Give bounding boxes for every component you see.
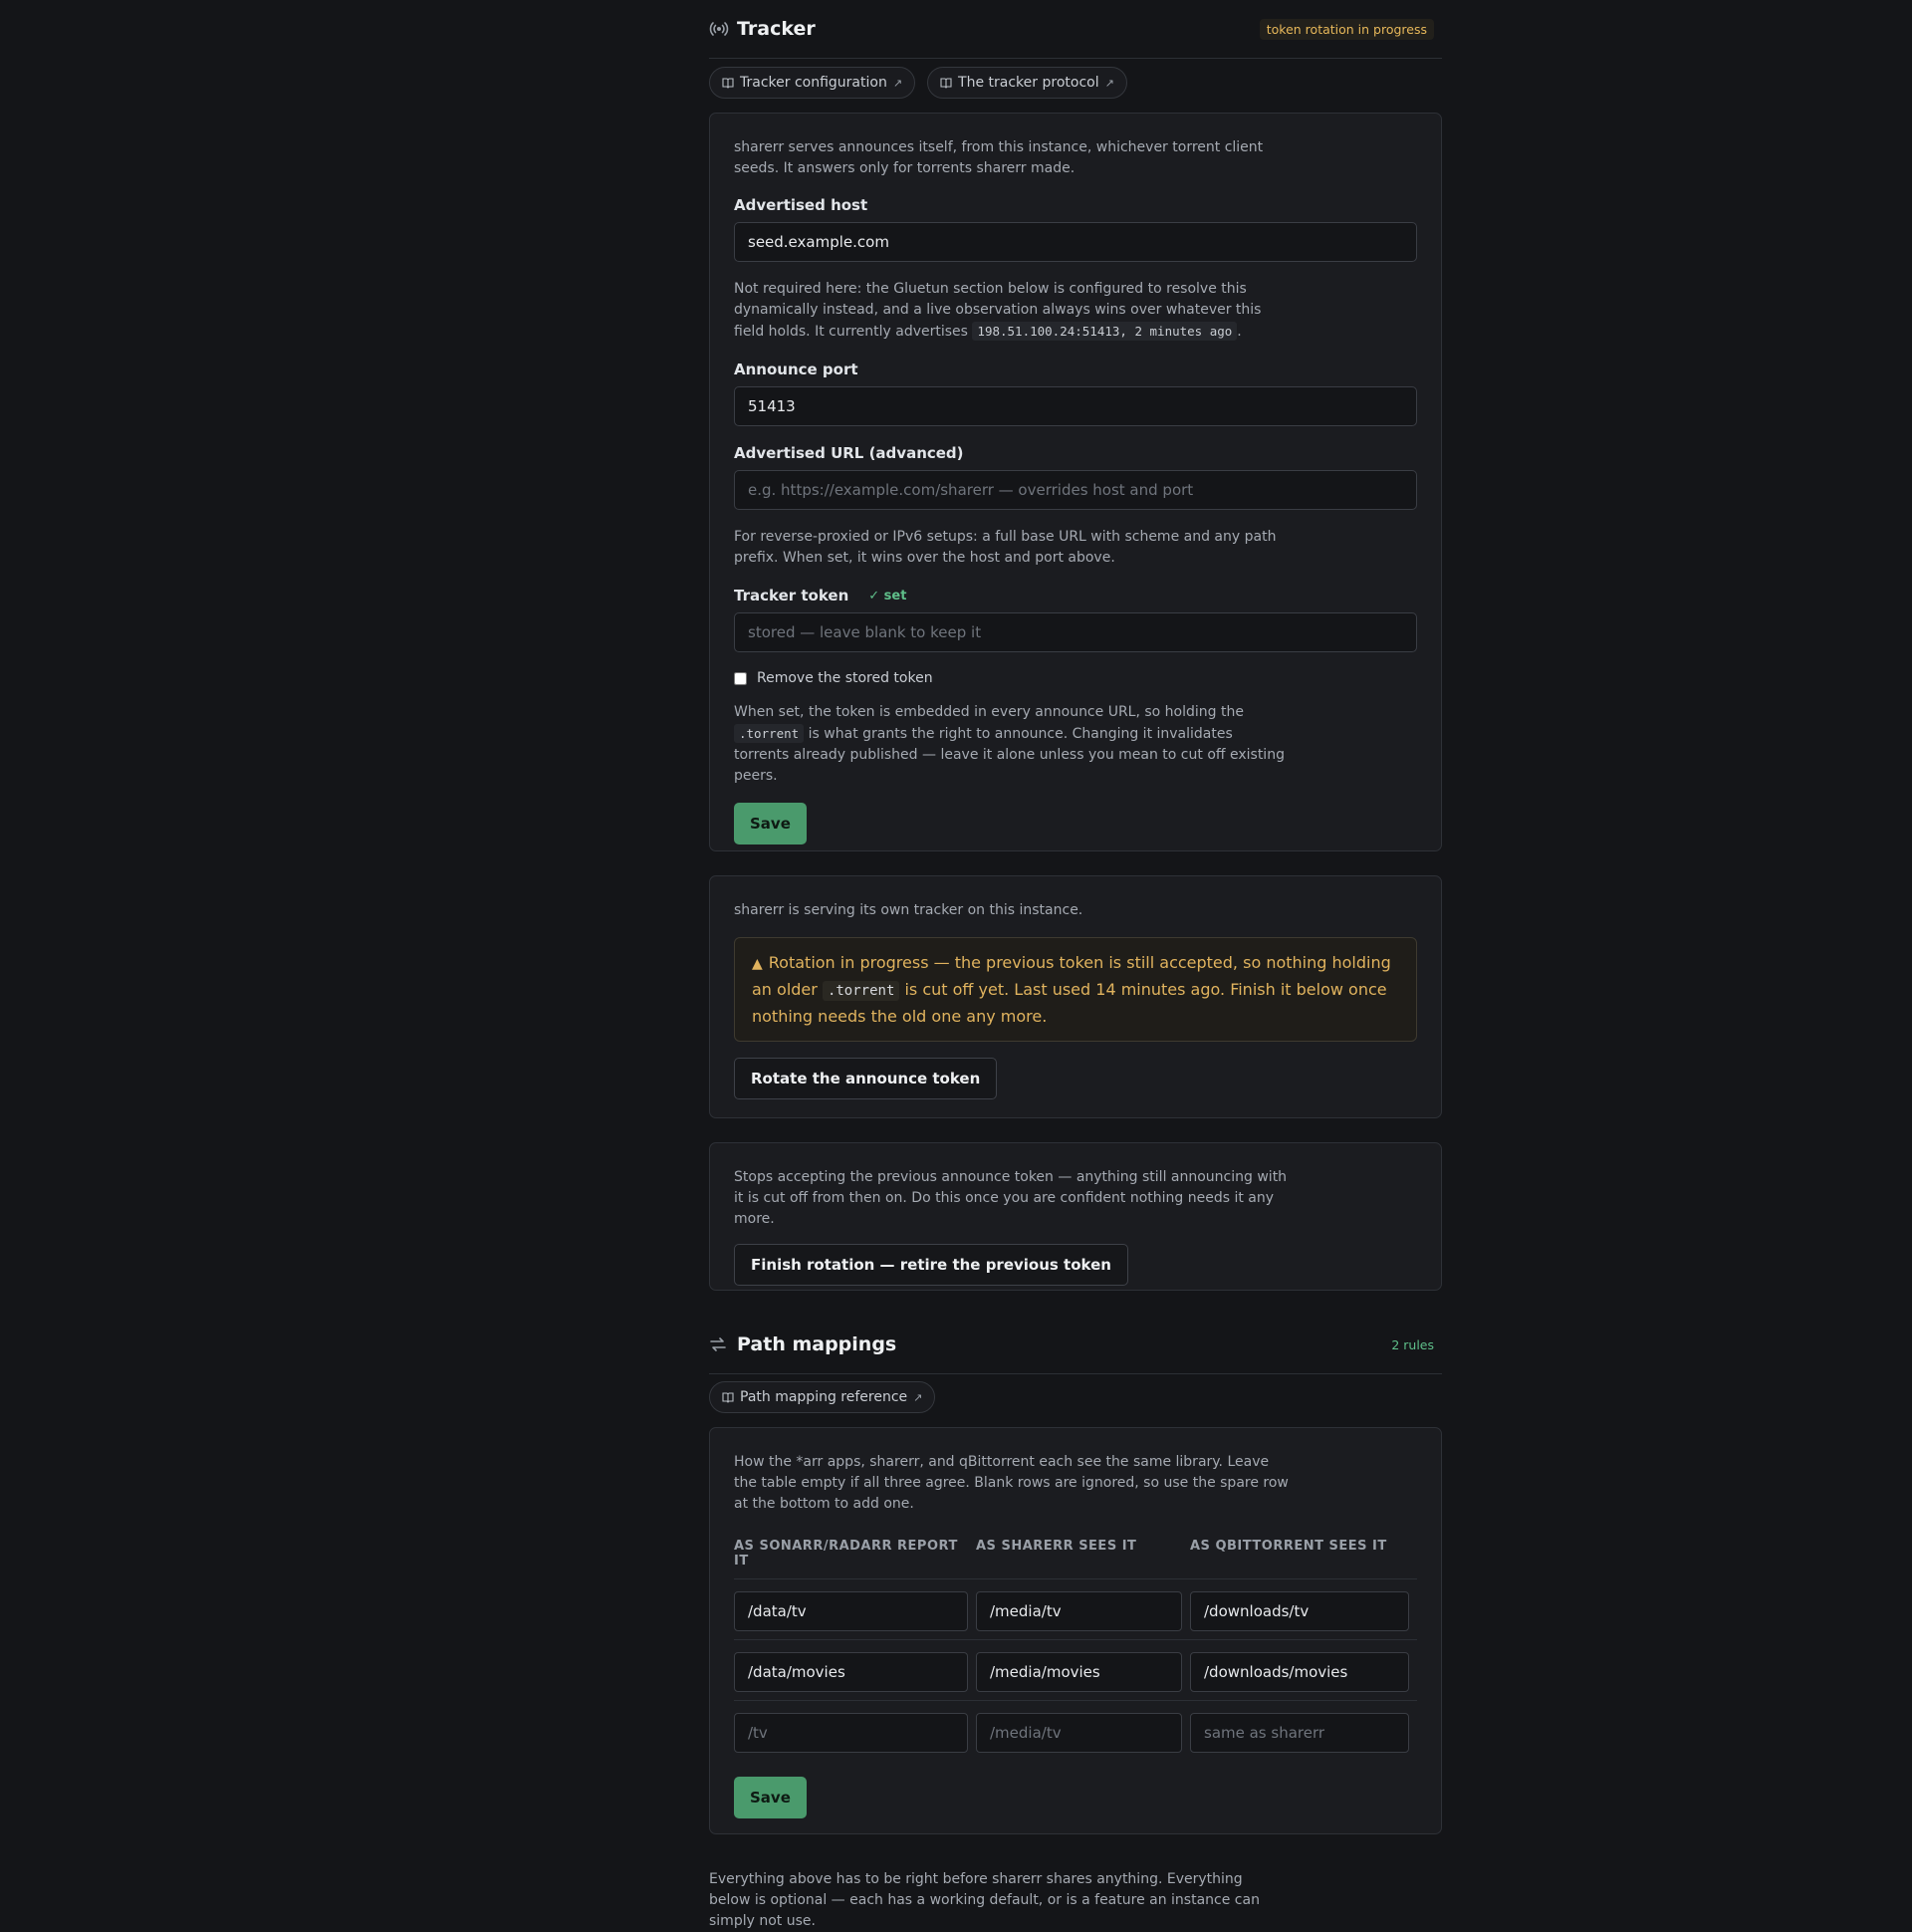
- advertised-address-code: 198.51.100.24:51413, 2 minutes ago: [972, 322, 1238, 341]
- advertised-host-help: Not required here: the Gluetun section b…: [734, 279, 1292, 343]
- qbittorrent-path-input[interactable]: [1190, 1591, 1409, 1631]
- table-row: [734, 1578, 1417, 1639]
- column-header: AS SHARERR SEES IT: [976, 1539, 1137, 1554]
- rotate-token-button[interactable]: Rotate the announce token: [734, 1058, 998, 1099]
- rotation-status-badge: token rotation in progress: [1259, 18, 1434, 40]
- torrent-code: .torrent: [822, 981, 900, 1001]
- advertised-url-label: Advertised URL (advanced): [734, 444, 964, 462]
- advertised-host-input[interactable]: [734, 222, 1417, 262]
- tracker-token-help: When set, the token is embedded in every…: [734, 702, 1292, 787]
- path-mappings-save-button[interactable]: Save: [734, 1777, 807, 1818]
- token-rotation-card: sharerr is serving its own tracker on th…: [709, 875, 1442, 1118]
- column-header: AS SONARR/RADARR REPORT IT: [734, 1539, 958, 1569]
- rotation-warning: ▲ Rotation in progress — the previous tok…: [734, 937, 1417, 1042]
- section-divider-note: Everything above has to be right before …: [709, 1871, 1260, 1929]
- advertised-url-help: For reverse-proxied or IPv6 setups: a fu…: [734, 529, 1277, 566]
- help-text: When set, the token is embedded in every…: [734, 704, 1244, 720]
- arr-path-input[interactable]: [734, 1652, 968, 1692]
- finish-rotation-card: Stops accepting the previous announce to…: [709, 1142, 1442, 1291]
- tracker-section-header: Tracker token rotation in progress: [709, 0, 1442, 59]
- external-link-icon: ↗: [1104, 76, 1114, 90]
- swap-arrows-icon: [709, 1333, 731, 1355]
- sharerr-path-input[interactable]: [976, 1591, 1182, 1631]
- broadcast-icon: [709, 18, 731, 40]
- external-link-icon: ↗: [913, 1390, 923, 1404]
- tracker-intro-text: sharerr serves announces itself, from th…: [734, 139, 1264, 176]
- warning-icon: ▲: [752, 956, 763, 972]
- column-header: AS QBITTORRENT SEES IT: [1190, 1539, 1387, 1554]
- path-doc-links: Path mapping reference ↗: [709, 1373, 936, 1417]
- remove-token-checkbox[interactable]: [734, 671, 747, 685]
- token-set-badge: ✓ set: [868, 588, 907, 604]
- settings-column: Tracker token rotation in progress Track…: [709, 0, 1442, 1929]
- path-mappings-card: How the *arr apps, sharerr, and qBittorr…: [709, 1427, 1442, 1834]
- path-mappings-intro: How the *arr apps, sharerr, and qBittorr…: [734, 1454, 1289, 1512]
- advertised-host-label: Advertised host: [734, 196, 868, 214]
- tracker-save-button[interactable]: Save: [734, 803, 807, 845]
- book-icon: [722, 1392, 734, 1403]
- tracker-token-label: Tracker token: [734, 587, 849, 604]
- arr-path-input[interactable]: [734, 1713, 968, 1753]
- arr-path-input[interactable]: [734, 1591, 968, 1631]
- chip-label: The tracker protocol: [958, 75, 1099, 91]
- advertised-url-input[interactable]: [734, 470, 1417, 510]
- tracker-title: Tracker: [737, 18, 816, 40]
- chip-label: Tracker configuration: [740, 75, 887, 91]
- tracker-configuration-link[interactable]: Tracker configuration ↗: [709, 67, 916, 99]
- table-row: [734, 1639, 1417, 1700]
- tracker-token-input[interactable]: [734, 612, 1417, 652]
- sharerr-path-input[interactable]: [976, 1713, 1182, 1753]
- external-link-icon: ↗: [892, 76, 903, 90]
- sharerr-path-input[interactable]: [976, 1652, 1182, 1692]
- path-mapping-reference-link[interactable]: Path mapping reference ↗: [709, 1381, 936, 1413]
- help-text: is what grants the right to announce. Ch…: [734, 726, 1285, 784]
- announce-port-input[interactable]: [734, 386, 1417, 426]
- path-mappings-title: Path mappings: [737, 1333, 897, 1355]
- tracker-protocol-link[interactable]: The tracker protocol ↗: [927, 67, 1127, 99]
- tracker-doc-links: Tracker configuration ↗ The tracker prot…: [709, 59, 1442, 103]
- book-icon: [940, 78, 952, 89]
- rules-count-badge: 2 rules: [1391, 1336, 1434, 1352]
- tracker-config-card: sharerr serves announces itself, from th…: [709, 113, 1442, 851]
- torrent-code: .torrent: [734, 724, 805, 743]
- remove-token-label: Remove the stored token: [757, 670, 933, 686]
- path-table-header: AS SONARR/RADARR REPORT IT AS SHARERR SE…: [734, 1539, 1417, 1578]
- book-icon: [722, 78, 734, 89]
- spare-table-row: [734, 1700, 1417, 1761]
- tracker-token-label-row: Tracker token ✓ set: [734, 587, 1417, 604]
- qbittorrent-path-input[interactable]: [1190, 1713, 1409, 1753]
- finish-rotation-text: Stops accepting the previous announce to…: [734, 1169, 1288, 1227]
- tracker-serving-status: sharerr is serving its own tracker on th…: [734, 902, 1083, 918]
- qbittorrent-path-input[interactable]: [1190, 1652, 1409, 1692]
- remove-token-row[interactable]: Remove the stored token: [734, 670, 1417, 686]
- chip-label: Path mapping reference: [740, 1389, 908, 1405]
- finish-rotation-button[interactable]: Finish rotation — retire the previous to…: [734, 1244, 1128, 1286]
- path-mappings-section-header: Path mappings 2 rules: [709, 1316, 1442, 1374]
- help-text: .: [1237, 324, 1242, 340]
- announce-port-label: Announce port: [734, 361, 858, 378]
